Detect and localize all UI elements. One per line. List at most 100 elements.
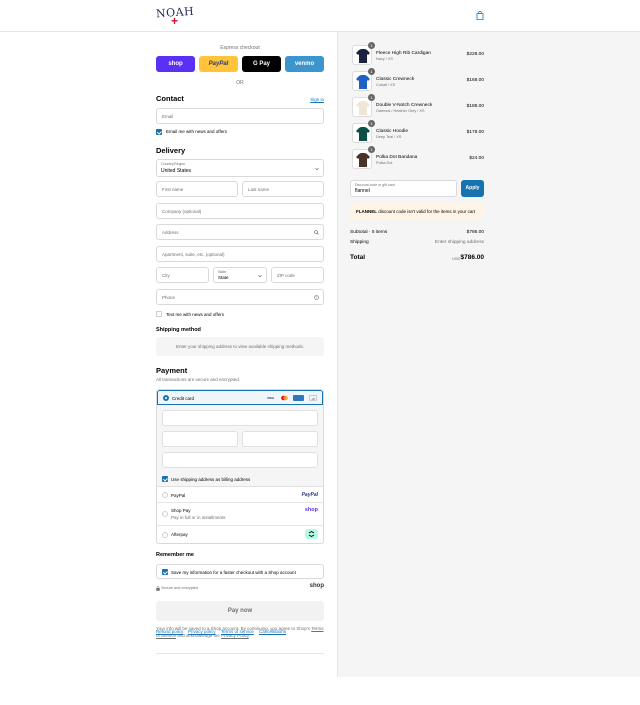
country-value: United States	[161, 168, 192, 174]
address-field[interactable]: Address	[156, 224, 324, 240]
apartment-field[interactable]: Apartment, suite, etc. (optional)	[156, 246, 324, 262]
item-variant: Cobalt / XS	[376, 83, 396, 87]
use-shipping-label: Use shipping address as billing address	[171, 477, 251, 482]
name-on-card-field[interactable]	[162, 452, 318, 468]
refund-policy-link[interactable]: Refund policy	[156, 629, 183, 634]
shop-pay-radio[interactable]	[162, 511, 168, 517]
mastercard-icon	[281, 395, 288, 401]
city-placeholder: City	[162, 273, 170, 278]
phone-field[interactable]: Phone ?	[156, 289, 324, 305]
search-icon	[314, 230, 319, 235]
lock-icon	[156, 586, 160, 591]
email-news-checkbox[interactable]	[156, 129, 162, 135]
item-variant: Navy / XS	[376, 57, 393, 61]
express-shop-button[interactable]: shop	[156, 56, 195, 72]
last-name-placeholder: Last name	[248, 187, 270, 192]
delivery-title: Delivery	[156, 146, 186, 155]
shipping-label: Shipping	[350, 240, 369, 245]
country-label: Country/Region	[161, 162, 186, 166]
chevron-down-icon	[258, 274, 262, 278]
paypal-logo-icon: PayPal	[301, 492, 318, 498]
afterpay-radio[interactable]	[162, 532, 168, 538]
paypal-option[interactable]: PayPal PayPal	[157, 487, 323, 503]
more-cards-badge: +5	[309, 395, 317, 401]
paypal-label: PayPal	[171, 493, 186, 498]
first-name-placeholder: First name	[162, 187, 184, 192]
shop-pay-logo-icon: shop	[304, 507, 318, 513]
expiration-field[interactable]	[162, 431, 238, 447]
shipping-method-note: Enter your shipping address to view avai…	[156, 337, 324, 356]
pay-now-button[interactable]: Pay now	[156, 601, 324, 621]
discount-input[interactable]: Discount code or gift card flannel	[350, 180, 457, 197]
discount-error: FLANNEL discount code isn't valid for th…	[350, 204, 484, 219]
zip-placeholder: ZIP code	[277, 273, 295, 278]
phone-placeholder: Phone	[162, 295, 176, 300]
first-name-field[interactable]: First name	[156, 181, 238, 197]
item-variant: Polka Dot	[376, 161, 393, 165]
shop-pay-label: Shop Pay	[171, 508, 191, 513]
billing-option: Use shipping address as billing address	[157, 472, 323, 487]
security-code-field[interactable]	[242, 431, 318, 447]
shop-pay-option[interactable]: Shop Pay Pay in full or in installments …	[157, 503, 323, 526]
save-info-label: Save my information for a faster checkou…	[171, 570, 296, 575]
shopping-bag-icon[interactable]	[476, 11, 484, 20]
state-select[interactable]: State State	[213, 267, 267, 283]
credit-card-label: Credit card	[172, 396, 195, 401]
store-logo[interactable]: NOAH +	[156, 5, 195, 27]
express-venmo-button[interactable]: venmo	[285, 56, 324, 72]
express-paypal-button[interactable]: PayPal	[199, 56, 238, 72]
afterpay-label: Afterpay	[171, 532, 188, 537]
save-info-box: Save my information for a faster checkou…	[156, 564, 324, 579]
help-icon[interactable]: ?	[314, 295, 319, 300]
afterpay-option[interactable]: Afterpay	[157, 526, 323, 543]
save-info-checkbox[interactable]	[162, 569, 168, 575]
address-placeholder: Address	[162, 230, 179, 235]
item-price: $24.00	[469, 156, 484, 161]
quantity-badge: 1	[368, 120, 375, 127]
text-news-label: Text me with news and offers	[166, 312, 224, 317]
email-news-label: Email me with news and offers	[166, 129, 227, 134]
card-number-field[interactable]	[162, 410, 318, 426]
express-g-pay-button[interactable]: G Pay	[242, 56, 281, 72]
afterpay-logo-icon	[305, 529, 318, 539]
sign-in-link[interactable]: Sign in	[310, 97, 324, 102]
text-news-checkbox[interactable]	[156, 311, 162, 317]
item-name: Polka Dot Bandana	[376, 155, 418, 160]
email-field[interactable]: Email	[156, 108, 324, 124]
apply-button[interactable]: Apply	[461, 180, 484, 197]
privacy-policy-link[interactable]: Privacy policy	[188, 629, 216, 634]
last-name-field[interactable]: Last name	[242, 181, 324, 197]
item-name: Classic Crewneck	[376, 77, 415, 82]
cancellations-link[interactable]: Cancellations	[259, 629, 286, 634]
item-price: $178.00	[466, 130, 484, 135]
total-value: $786.00	[460, 254, 485, 261]
quantity-badge: 1	[368, 94, 375, 101]
total-label: Total	[350, 254, 366, 261]
paypal-radio[interactable]	[162, 492, 168, 498]
secure-text: Secure and encrypted	[161, 586, 199, 590]
shipping-method-note-text: Enter your shipping address to view avai…	[175, 344, 305, 349]
amex-icon	[293, 395, 304, 401]
item-variant: Deep Teal / XS	[376, 135, 402, 139]
use-shipping-checkbox[interactable]	[162, 476, 168, 482]
credit-card-radio[interactable]	[163, 395, 169, 401]
express-checkout-title: Express checkout	[220, 45, 260, 51]
or-divider: OR	[236, 80, 244, 86]
company-field[interactable]: Company (optional)	[156, 203, 324, 219]
item-name: Classic Hoodie	[376, 129, 408, 134]
terms-of-service-link[interactable]: Terms of service	[221, 629, 254, 634]
item-name: Double V-Notch Crewneck	[376, 103, 433, 108]
country-select[interactable]: Country/Region United States	[156, 159, 324, 177]
credit-card-option[interactable]: Credit card VISA +5	[157, 390, 323, 405]
footer-divider	[156, 653, 324, 654]
payment-methods: Credit card VISA +5 Use shipping address…	[156, 389, 324, 544]
item-price: $228.00	[466, 52, 484, 57]
shipping-method-title: Shipping method	[156, 327, 201, 333]
item-variant: Oatmeal / Heather Grey / XS	[376, 109, 425, 113]
chevron-down-icon	[315, 167, 319, 171]
city-field[interactable]: City	[156, 267, 209, 283]
svg-text:?: ?	[316, 296, 318, 300]
zip-field[interactable]: ZIP code	[271, 267, 324, 283]
contact-title: Contact	[156, 94, 184, 103]
error-text: discount code isn't valid for the items …	[378, 209, 476, 214]
